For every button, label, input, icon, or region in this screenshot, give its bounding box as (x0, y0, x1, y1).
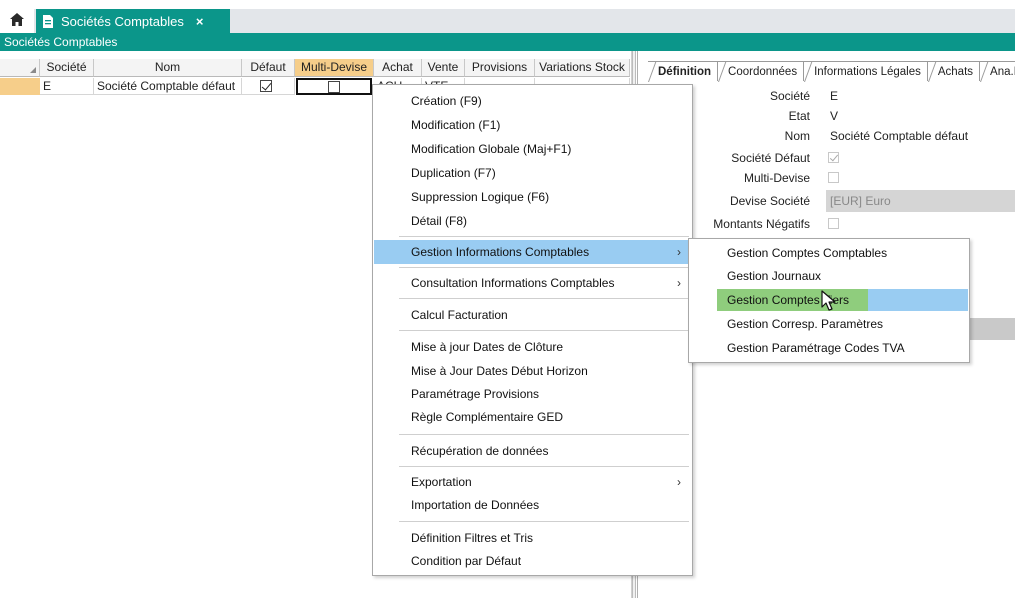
defaut-checkbox[interactable] (260, 80, 272, 92)
col-header-provisions[interactable]: Provisions (465, 59, 535, 77)
application-window: Sociétés Comptables × Sociétés Comptable… (0, 0, 1015, 598)
menu-item-detail[interactable]: Détail (F8) (374, 209, 691, 233)
col-header-defaut[interactable]: Défaut (242, 59, 295, 77)
tab-societes-comptables[interactable]: Sociétés Comptables × (36, 9, 230, 33)
submenu-item-gestion-comptes-comptables[interactable]: Gestion Comptes Comptables (691, 242, 967, 264)
close-icon[interactable]: × (196, 14, 204, 29)
col-header-multi-devise[interactable]: Multi-Devise (295, 59, 374, 77)
value-societe: E (830, 89, 839, 103)
detail-tabs: Définition Coordonnées Informations Léga… (648, 61, 1015, 81)
cell-nom[interactable]: Société Comptable défaut (94, 78, 242, 95)
submenu-item-gestion-parametrage-codes-tva[interactable]: Gestion Paramétrage Codes TVA (691, 337, 967, 359)
document-icon (43, 14, 53, 28)
tab-bar: Sociétés Comptables × (0, 0, 1015, 33)
gray-field-strip (968, 318, 1015, 340)
col-header-societe[interactable]: Société (40, 59, 94, 77)
chevron-right-icon: › (677, 475, 681, 489)
menu-item-recuperation-donnees[interactable]: Récupération de données (374, 439, 691, 463)
menu-separator (399, 236, 689, 237)
row-selector[interactable] (0, 78, 40, 95)
menu-item-suppression-logique[interactable]: Suppression Logique (F6) (374, 185, 691, 209)
menu-item-consultation-informations-comptables[interactable]: Consultation Informations Comptables › (374, 271, 691, 295)
menu-item-duplication[interactable]: Duplication (F7) (374, 161, 691, 185)
value-etat: V (830, 109, 839, 123)
context-menu: Création (F9) Modification (F1) Modifica… (372, 84, 693, 576)
tab-ana-es[interactable]: Ana.Es (980, 61, 1015, 81)
menu-item-exportation[interactable]: Exportation › (374, 470, 691, 494)
menu-item-creation[interactable]: Création (F9) (374, 89, 691, 113)
menu-separator (399, 466, 689, 467)
menu-item-regle-complementaire-ged[interactable]: Règle Complémentaire GED (374, 405, 691, 429)
cell-societe[interactable]: E (40, 78, 94, 95)
menu-item-definition-filtres-tris[interactable]: Définition Filtres et Tris (374, 526, 691, 550)
cell-multi-devise-editor[interactable] (296, 78, 372, 95)
submenu-hover-highlight (868, 289, 968, 311)
section-title: Sociétés Comptables (0, 33, 1015, 51)
chevron-right-icon: › (677, 276, 681, 290)
tab-definition[interactable]: Définition (648, 61, 719, 81)
menu-item-label: Consultation Informations Comptables (411, 276, 615, 290)
menu-item-importation-donnees[interactable]: Importation de Données (374, 493, 691, 517)
menu-item-gestion-informations-comptables[interactable]: Gestion Informations Comptables › (374, 240, 691, 264)
tab-informations-legales[interactable]: Informations Légales (804, 61, 928, 81)
menu-separator (399, 298, 689, 299)
col-header-nom[interactable]: Nom (94, 59, 242, 77)
tab-title: Sociétés Comptables (61, 13, 184, 29)
checkbox-multi-devise[interactable] (828, 172, 839, 183)
col-header-achat[interactable]: Achat (374, 59, 422, 77)
devise-societe-field[interactable]: [EUR] Euro (826, 190, 1015, 212)
tab-coordonnees[interactable]: Coordonnées (718, 61, 805, 81)
multi-devise-checkbox[interactable] (328, 81, 340, 93)
menu-item-condition-par-defaut[interactable]: Condition par Défaut (374, 549, 691, 573)
menu-separator (399, 330, 689, 331)
menu-item-label: Exportation (411, 475, 472, 489)
submenu-item-gestion-journaux[interactable]: Gestion Journaux (691, 265, 967, 287)
menu-item-mise-a-jour-dates-cloture[interactable]: Mise à jour Dates de Clôture (374, 335, 691, 359)
menu-item-label: Gestion Informations Comptables (411, 245, 590, 259)
chevron-right-icon: › (677, 245, 681, 259)
grid-corner[interactable] (0, 59, 40, 77)
menu-separator (399, 267, 689, 268)
tab-achats[interactable]: Achats (927, 61, 981, 81)
mouse-cursor-icon (821, 290, 836, 311)
menu-item-modification[interactable]: Modification (F1) (374, 113, 691, 137)
submenu-item-gestion-corresp-parametres[interactable]: Gestion Corresp. Paramètres (691, 313, 967, 335)
col-header-variations-stock[interactable]: Variations Stock (535, 59, 630, 77)
menu-separator (399, 521, 689, 522)
menu-item-calcul-facturation[interactable]: Calcul Facturation (374, 303, 691, 327)
menu-item-modification-globale[interactable]: Modification Globale (Maj+F1) (374, 137, 691, 161)
value-nom: Société Comptable défaut (830, 129, 969, 143)
cell-defaut[interactable] (242, 78, 295, 95)
menu-separator (399, 434, 689, 435)
menu-item-parametrage-provisions[interactable]: Paramétrage Provisions (374, 382, 691, 406)
submenu-item-gestion-comptes-tiers[interactable]: Gestion Comptes Tiers (717, 289, 868, 311)
home-icon[interactable] (4, 8, 30, 30)
col-header-vente[interactable]: Vente (422, 59, 465, 77)
checkbox-societe-defaut[interactable] (828, 152, 839, 163)
menu-item-mise-a-jour-dates-debut-horizon[interactable]: Mise à Jour Dates Début Horizon (374, 359, 691, 383)
checkbox-montants-negatifs[interactable] (828, 218, 839, 229)
